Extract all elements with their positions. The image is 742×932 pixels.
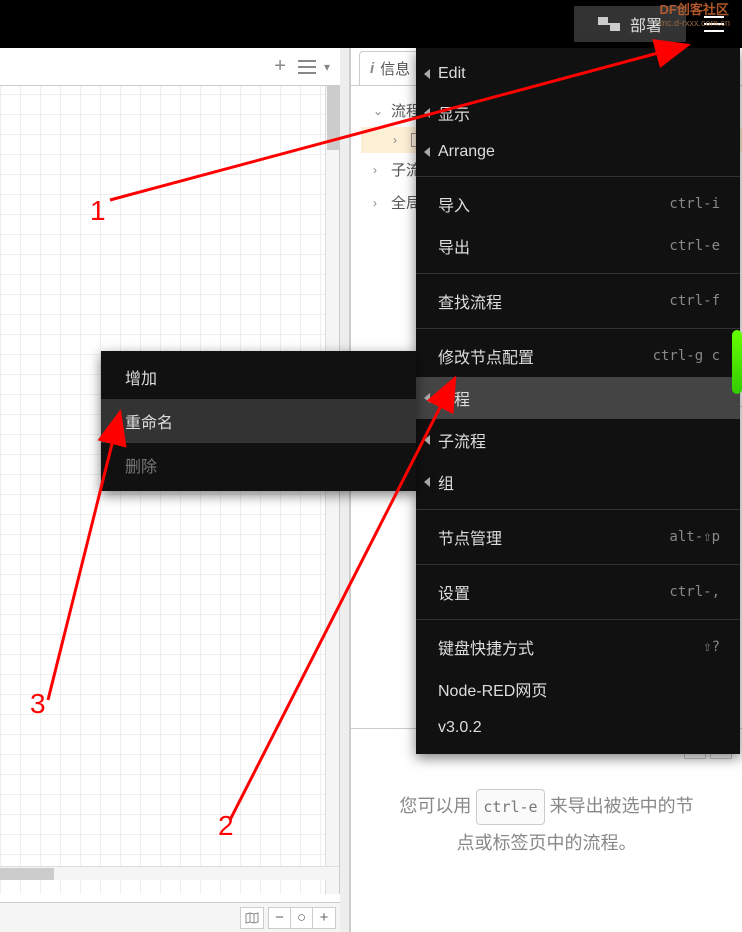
deploy-button[interactable]: 部署 — [574, 6, 686, 42]
submenu-item-add[interactable]: 增加 — [101, 355, 416, 399]
submenu-arrow-icon — [424, 393, 430, 403]
sidebar-tip: 您可以用 ctrl-e 来导出被选中的节 点或标签页中的流程。 — [351, 788, 742, 861]
canvas-footer-tools: − ○ + — [0, 902, 340, 932]
zoom-in-button[interactable]: + — [313, 908, 335, 928]
tab-list-button[interactable] — [298, 60, 316, 74]
chevron-down-icon: ⌄ — [373, 104, 385, 118]
header-bar: 部署 DF创客社区 mc.d-rxxx.com.cn — [0, 0, 742, 48]
menu-item-edit[interactable]: Edit — [416, 56, 740, 92]
info-icon: i — [370, 60, 374, 77]
menu-item-settings[interactable]: 设置ctrl-, — [416, 571, 740, 613]
submenu-item-rename[interactable]: 重命名 — [101, 399, 416, 443]
menu-item-config-nodes[interactable]: 修改节点配置ctrl-g c — [416, 335, 740, 377]
submenu-arrow-icon — [424, 108, 430, 118]
submenu-item-delete[interactable]: 删除 — [101, 443, 416, 487]
map-icon — [245, 912, 259, 924]
menu-item-export[interactable]: 导出ctrl-e — [416, 225, 740, 267]
zoom-out-button[interactable]: − — [269, 908, 291, 928]
menu-item-manage-palette[interactable]: 节点管理alt-⇧p — [416, 516, 740, 558]
chevron-right-icon: › — [373, 163, 385, 177]
workspace-tab-bar: + ▾ — [0, 48, 340, 86]
flows-submenu: 增加 重命名 删除 — [101, 351, 416, 491]
chevron-down-icon: ▾ — [324, 60, 330, 74]
menu-item-import[interactable]: 导入ctrl-i — [416, 183, 740, 225]
annotation-number-1: 1 — [90, 195, 106, 227]
navigator-toggle-button[interactable] — [241, 908, 263, 928]
menu-item-view[interactable]: 显示 — [416, 92, 740, 134]
menu-item-flows[interactable]: 流程 — [416, 377, 740, 419]
sidebar-tab-info-label: 信息 — [380, 58, 410, 79]
menu-item-groups[interactable]: 组 — [416, 461, 740, 503]
annotation-number-3: 3 — [30, 688, 46, 720]
chevron-right-icon: › — [373, 196, 385, 210]
menu-item-keyboard-shortcuts[interactable]: 键盘快捷方式⇧? — [416, 626, 740, 668]
main-menu-button[interactable] — [694, 6, 734, 42]
canvas-scrollbar-horizontal[interactable] — [0, 866, 339, 880]
chevron-right-icon: › — [393, 133, 405, 147]
add-flow-tab-button[interactable]: + — [268, 55, 292, 78]
submenu-arrow-icon — [424, 147, 430, 157]
menu-item-website[interactable]: Node-RED网页 — [416, 668, 740, 710]
kbd-hint: ctrl-e — [476, 789, 544, 825]
menu-item-version: v3.0.2 — [416, 710, 740, 746]
deploy-icon — [598, 17, 620, 31]
main-menu: Edit 显示 Arrange 导入ctrl-i 导出ctrl-e 查找流程ct… — [416, 48, 740, 754]
sidebar-tab-info[interactable]: i 信息 — [359, 51, 423, 85]
deploy-label: 部署 — [630, 12, 662, 36]
menu-item-subflows[interactable]: 子流程 — [416, 419, 740, 461]
zoom-reset-button[interactable]: ○ — [291, 908, 313, 928]
annotation-number-2: 2 — [218, 810, 234, 842]
scroll-indicator — [732, 330, 742, 394]
menu-item-arrange[interactable]: Arrange — [416, 134, 740, 170]
menu-item-search-flows[interactable]: 查找流程ctrl-f — [416, 280, 740, 322]
submenu-arrow-icon — [424, 435, 430, 445]
submenu-arrow-icon — [424, 69, 430, 79]
submenu-arrow-icon — [424, 477, 430, 487]
